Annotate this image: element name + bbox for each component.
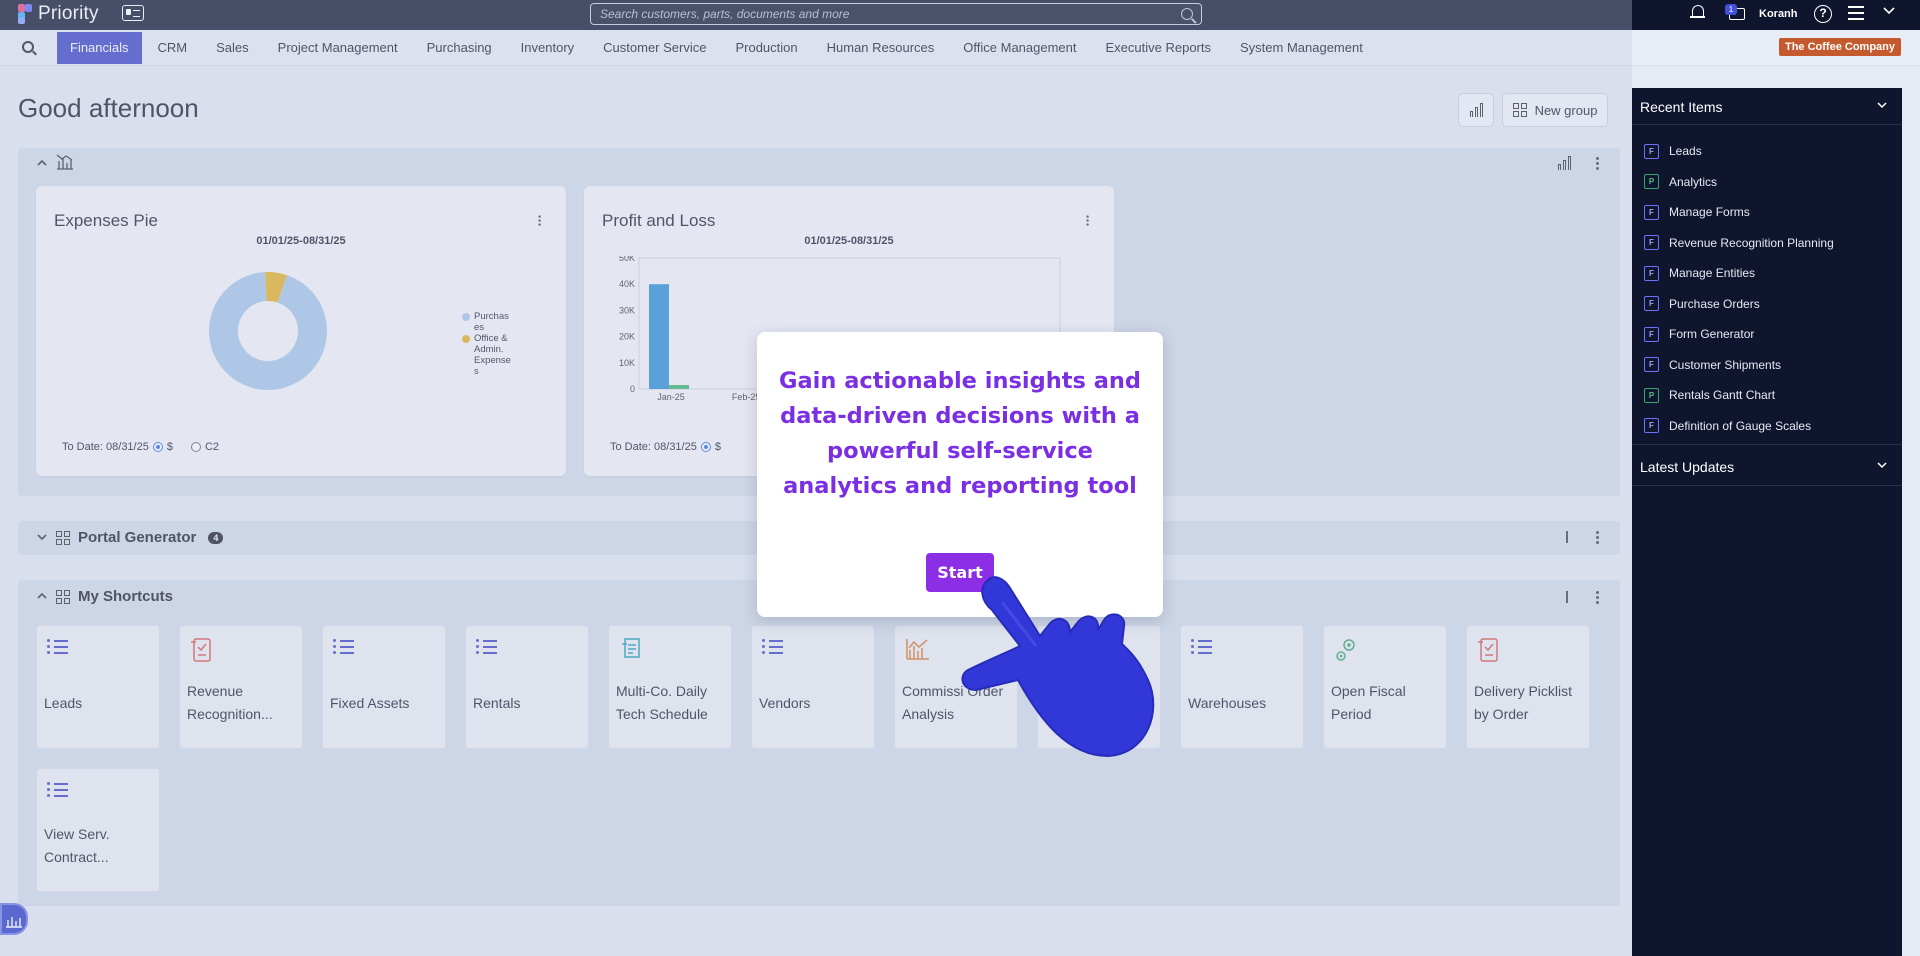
pointing-hand-icon — [961, 576, 1155, 758]
bell-icon[interactable] — [1690, 4, 1706, 22]
recent-items-title[interactable]: Recent Items — [1640, 99, 1722, 115]
form-icon: F — [1644, 204, 1659, 220]
form-icon: F — [1644, 143, 1659, 159]
form-icon: F — [1644, 235, 1659, 251]
form-icon: F — [1644, 357, 1659, 373]
help-icon[interactable]: ? — [1814, 5, 1832, 23]
divider — [1632, 444, 1902, 445]
recent-item-label: Analytics — [1669, 174, 1718, 189]
recent-items-list: F Leads P Analytics F Manage Forms F Revenue… — [1644, 136, 1834, 441]
recent-item[interactable]: P Rentals Gantt Chart — [1644, 380, 1834, 411]
recent-item[interactable]: F Manage Forms — [1644, 197, 1834, 228]
recent-item-label: Definition of Gauge Scales — [1669, 418, 1812, 433]
divider — [1632, 124, 1902, 125]
recent-item[interactable]: F Manage Entities — [1644, 258, 1834, 289]
recent-item[interactable]: F Customer Shipments — [1644, 350, 1834, 381]
hamburger-menu-icon[interactable] — [1848, 6, 1864, 20]
procedure-icon: P — [1644, 387, 1659, 403]
form-icon: F — [1644, 326, 1659, 342]
modal-message: Gain actionable insights and data-driven… — [778, 368, 1142, 499]
divider — [1632, 485, 1902, 486]
recent-item-label: Leads — [1669, 144, 1702, 159]
chevron-down-icon[interactable] — [1876, 459, 1888, 473]
latest-updates-title[interactable]: Latest Updates — [1640, 459, 1734, 475]
procedure-icon: P — [1644, 174, 1659, 190]
company-badge[interactable]: The Coffee Company — [1778, 38, 1901, 56]
recent-item-label: Revenue Recognition Planning — [1669, 235, 1834, 250]
form-icon: F — [1644, 418, 1659, 434]
recent-item-label: Customer Shipments — [1669, 357, 1782, 372]
messages-count-badge: 1 — [1725, 4, 1737, 15]
recent-item[interactable]: F Purchase Orders — [1644, 289, 1834, 320]
form-icon: F — [1644, 265, 1659, 281]
user-name[interactable]: Koranh — [1759, 8, 1798, 20]
recent-item-label: Manage Entities — [1669, 266, 1756, 281]
recent-item-label: Manage Forms — [1669, 205, 1750, 220]
recent-item[interactable]: P Analytics — [1644, 167, 1834, 198]
chevron-down-icon[interactable] — [1876, 99, 1888, 113]
recent-item-label: Purchase Orders — [1669, 296, 1760, 311]
recent-item[interactable]: F Leads — [1644, 136, 1834, 167]
recent-item[interactable]: F Definition of Gauge Scales — [1644, 411, 1834, 442]
recent-item-label: Rentals Gantt Chart — [1669, 388, 1776, 403]
recent-item[interactable]: F Form Generator — [1644, 319, 1834, 350]
messages-icon[interactable]: 1 — [1725, 4, 1747, 21]
right-sidebar: Recent Items F Leads P Analytics F Manage F… — [1632, 88, 1902, 956]
recent-item-label: Form Generator — [1669, 327, 1755, 342]
chevron-down-icon[interactable] — [1882, 4, 1896, 21]
recent-item[interactable]: F Revenue Recognition Planning — [1644, 228, 1834, 259]
form-icon: F — [1644, 296, 1659, 312]
